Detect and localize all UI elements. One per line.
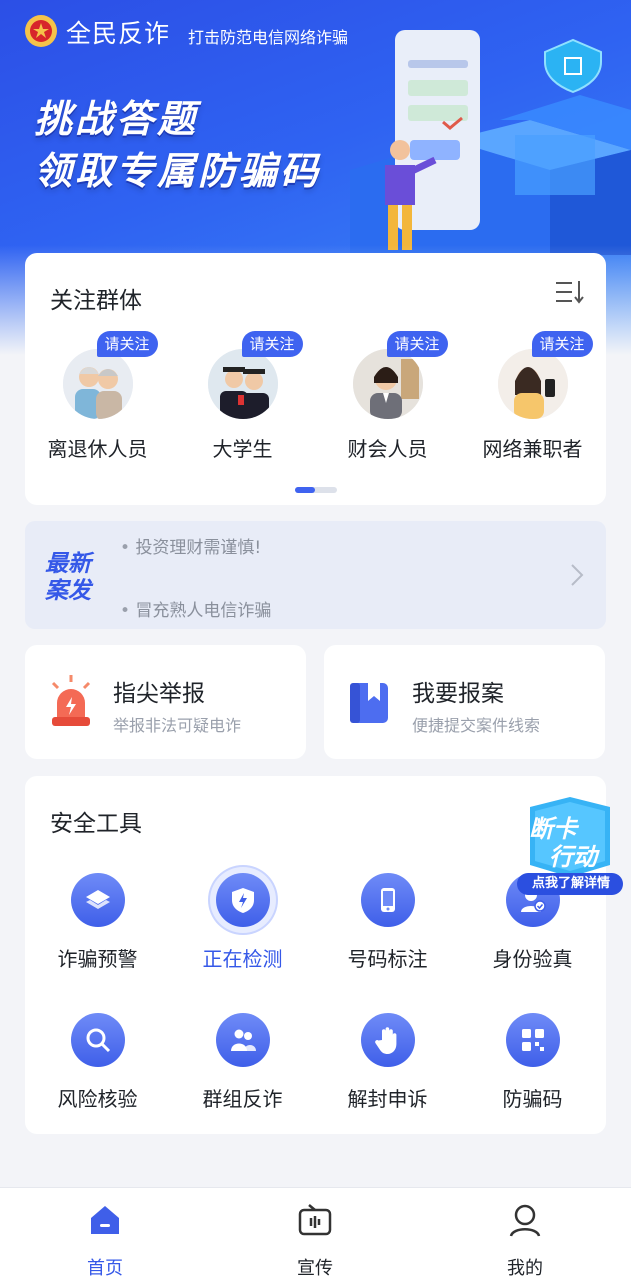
search-icon [70,1013,125,1067]
tv-icon [298,1204,332,1236]
banner-headline-1: 挑战答题 [34,97,199,141]
card-crackdown-promo[interactable]: 断卡 行动 点我了解详情 [515,795,625,899]
tool-label: 防骗码 [502,1087,563,1111]
tool-label: 正在检测 [202,947,283,971]
tool-label: 解封申诉 [347,1087,428,1111]
group-label: 网络兼职者 [482,437,583,461]
group-item-part-timers[interactable]: 请关注 网络兼职者 [460,325,605,462]
accountant-avatar [352,349,423,419]
shield-bolt-icon [215,873,270,927]
tool-label: 身份验真 [492,947,573,971]
carousel-indicator [295,487,337,493]
fingertip-report-card[interactable]: 指尖举报 举报非法可疑电诈 [25,645,306,759]
tool-group-antifraud[interactable]: 群组反诈 [170,1013,315,1112]
nav-tab-home[interactable]: 首页 [45,1202,165,1280]
nav-tab-promotion[interactable]: 宣传 [255,1202,375,1280]
group-item-students[interactable]: 请关注 大学生 [170,325,315,462]
latest-cases-badge: 最新 案发 [45,551,91,604]
elderly-couple-avatar [62,349,133,419]
bookmark-book-icon [350,683,388,723]
home-icon [91,1206,119,1234]
siren-icon [51,675,91,726]
tool-unblock-appeal[interactable]: 解封申诉 [315,1013,460,1112]
safety-tools-title: 安全工具 [50,811,142,837]
report-subtitle: 举报非法可疑电诈 [113,716,242,735]
chevron-right-icon[interactable] [570,563,584,587]
follow-badge[interactable]: 请关注 [386,331,448,357]
group-item-accountants[interactable]: 请关注 财会人员 [315,325,460,462]
tool-label: 群组反诈 [202,1087,283,1111]
follow-badge[interactable]: 请关注 [96,331,158,357]
tool-label: 号码标注 [347,947,428,971]
tool-label: 风险核验 [57,1087,138,1111]
latest-cases-banner[interactable]: 最新案发 投资理财需谨慎! 冒充熟人电信诈骗 [25,521,606,629]
report-title: 我要报案 [412,681,504,707]
group-label: 离退休人员 [47,437,148,461]
tool-detecting[interactable]: 正在检测 [170,873,315,972]
graduates-avatar [207,349,278,419]
police-emblem-icon [25,15,57,47]
nav-label: 首页 [87,1258,123,1279]
promo-title-2: 行动 [549,843,597,871]
app-slogan: 打击防范电信网络诈骗 [188,28,349,47]
sort-list-icon[interactable] [554,279,584,305]
nav-label: 我的 [507,1258,543,1279]
file-case-card[interactable]: 我要报案 便捷提交案件线索 [324,645,605,759]
news-item[interactable]: 投资理财需谨慎! [120,533,261,558]
group-icon [215,1013,270,1067]
part-timer-avatar [497,349,568,419]
focus-groups-card: 关注群体 请关注 离退休人员 请关注 大学生 请关注 财会人员 请关注 网络兼职… [25,253,606,505]
tool-fraud-warning[interactable]: 诈骗预警 [25,873,170,972]
news-item[interactable]: 冒充熟人电信诈骗 [120,596,271,621]
group-label: 大学生 [212,437,273,461]
nav-label: 宣传 [297,1258,333,1279]
tool-anti-fraud-code[interactable]: 防骗码 [460,1013,605,1112]
layers-icon [70,873,125,927]
bottom-navigation: 首页 宣传 我的 [0,1187,631,1280]
qr-code-icon [505,1013,560,1067]
nav-tab-mine[interactable]: 我的 [465,1202,585,1280]
report-title: 指尖举报 [113,681,205,707]
follow-badge[interactable]: 请关注 [241,331,303,357]
phone-icon [360,873,415,927]
banner-headline-2: 领取专属防骗码 [34,149,322,193]
report-subtitle: 便捷提交案件线索 [412,716,541,735]
follow-badge[interactable]: 请关注 [531,331,593,357]
promo-cta[interactable]: 点我了解详情 [523,876,619,892]
group-item-retirees[interactable]: 请关注 离退休人员 [25,325,170,462]
focus-groups-title: 关注群体 [50,288,142,314]
user-icon [509,1204,541,1237]
app-title: 全民反诈 [66,19,171,48]
hand-icon [360,1013,415,1067]
group-label: 财会人员 [347,437,428,461]
tool-label: 诈骗预警 [57,947,138,971]
tool-number-tagging[interactable]: 号码标注 [315,873,460,972]
tool-risk-check[interactable]: 风险核验 [25,1013,170,1112]
